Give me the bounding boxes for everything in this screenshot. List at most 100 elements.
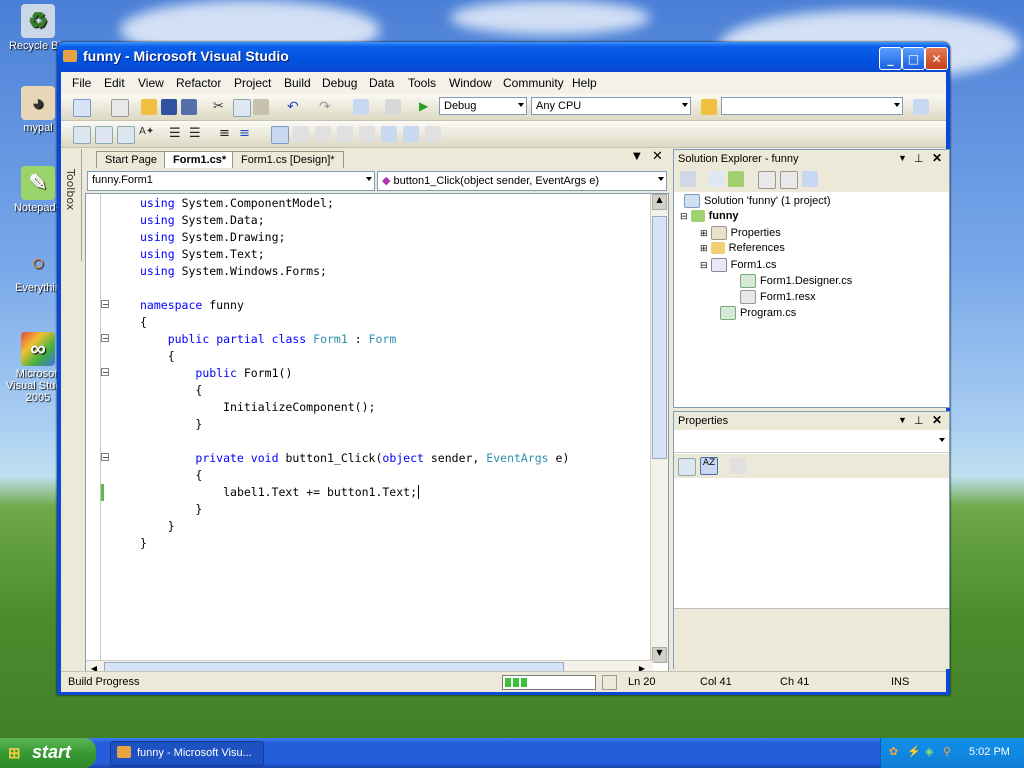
chevron-down-icon[interactable]: ▼: [633, 151, 641, 162]
expand-icon[interactable]: ⊞: [700, 243, 708, 253]
tab-form1-design[interactable]: Form1.cs [Design]*: [232, 151, 344, 168]
collapse-class-icon[interactable]: −: [101, 334, 109, 343]
decrease-indent-icon[interactable]: ☰: [169, 126, 185, 142]
show-all-files-icon[interactable]: [708, 171, 724, 187]
undo-icon[interactable]: ↶: [287, 99, 303, 115]
copy-icon[interactable]: [233, 99, 251, 117]
find-in-files-icon[interactable]: [701, 99, 717, 115]
uncomment-icon[interactable]: ≡: [239, 126, 255, 142]
tree-project-funny[interactable]: ⊟ funny: [680, 210, 739, 223]
chevron-down-icon[interactable]: ▼: [898, 153, 907, 163]
title-bar[interactable]: funny - Microsoft Visual Studio _ □ ✕: [57, 42, 950, 72]
collapse-method-icon[interactable]: −: [101, 453, 109, 462]
pin-icon[interactable]: ⊥: [914, 414, 924, 427]
menu-debug[interactable]: Debug: [322, 76, 357, 90]
increase-indent-icon[interactable]: ☰: [189, 126, 205, 142]
close-icon[interactable]: ✕: [932, 413, 942, 427]
save-all-icon[interactable]: [181, 99, 197, 115]
open-folder-icon[interactable]: [141, 99, 157, 115]
tray-security-icon[interactable]: ◈: [925, 745, 933, 758]
menu-tools[interactable]: Tools: [408, 76, 436, 90]
collapse-constructor-icon[interactable]: −: [101, 368, 109, 377]
tree-form1-resx[interactable]: Form1.resx: [740, 290, 816, 304]
menu-project[interactable]: Project: [234, 76, 271, 90]
solution-configuration-combo[interactable]: Debug: [439, 97, 527, 115]
previous-bookmark-in-folder-icon[interactable]: [337, 126, 353, 142]
types-combo[interactable]: funny.Form1: [87, 171, 375, 191]
menu-edit[interactable]: Edit: [104, 76, 125, 90]
next-bookmark-in-folder-icon[interactable]: [359, 126, 375, 142]
close-icon[interactable]: ✕: [932, 151, 942, 165]
navigate-backward-icon[interactable]: [353, 99, 369, 115]
code-editor[interactable]: using System.ComponentModel; using System…: [85, 193, 669, 679]
tray-network-icon[interactable]: ⚡: [907, 745, 921, 758]
tree-properties[interactable]: ⊞ Properties: [700, 226, 781, 240]
tray-search-icon[interactable]: ⚲: [943, 745, 951, 758]
next-bookmark-icon[interactable]: [315, 126, 331, 142]
tab-start-page[interactable]: Start Page: [96, 151, 166, 168]
scroll-down-arrow[interactable]: ▼: [652, 647, 667, 663]
properties-icon[interactable]: [680, 171, 696, 187]
view-class-diagram-icon[interactable]: [802, 171, 818, 187]
pin-icon[interactable]: ⊥: [914, 152, 924, 165]
next-bookmark-in-document-icon[interactable]: [403, 126, 419, 142]
new-project-icon[interactable]: [73, 99, 91, 117]
collapse-namespace-icon[interactable]: −: [101, 300, 109, 309]
close-button[interactable]: ✕: [925, 47, 948, 70]
minimize-button[interactable]: _: [879, 47, 902, 70]
cut-icon[interactable]: ✂: [213, 99, 229, 115]
quick-info-icon[interactable]: [117, 126, 135, 144]
menu-community[interactable]: Community: [503, 76, 564, 90]
toggle-bookmark-icon[interactable]: [271, 126, 289, 144]
clear-bookmarks-icon[interactable]: [425, 126, 441, 142]
navigate-forward-icon[interactable]: [385, 99, 401, 115]
refresh-icon[interactable]: [728, 171, 744, 187]
find-combo[interactable]: [721, 97, 903, 115]
previous-bookmark-in-document-icon[interactable]: [381, 126, 397, 142]
menu-file[interactable]: File: [72, 76, 91, 90]
view-designer-icon[interactable]: [780, 171, 798, 189]
redo-icon[interactable]: ↷: [319, 99, 335, 115]
comment-out-icon[interactable]: ≡: [219, 126, 235, 142]
vertical-scroll-thumb[interactable]: [652, 216, 667, 459]
tree-solution[interactable]: Solution 'funny' (1 project): [684, 194, 831, 208]
scroll-up-arrow[interactable]: ▲: [652, 194, 667, 210]
tree-form1-cs[interactable]: ⊟ Form1.cs: [700, 258, 776, 272]
display-parameter-info-icon[interactable]: [95, 126, 113, 144]
previous-bookmark-icon[interactable]: [293, 126, 309, 142]
add-item-icon[interactable]: [111, 99, 129, 117]
property-pages-icon[interactable]: [730, 458, 746, 474]
complete-word-icon[interactable]: A✦: [139, 126, 155, 142]
tray-app-icon[interactable]: ✿: [889, 745, 898, 758]
display-object-member-list-icon[interactable]: [73, 126, 91, 144]
taskbar-item-visual-studio[interactable]: funny - Microsoft Visu...: [110, 741, 264, 766]
vertical-scrollbar[interactable]: ▲ ▼: [650, 194, 668, 663]
menu-window[interactable]: Window: [449, 76, 492, 90]
menu-help[interactable]: Help: [572, 76, 597, 90]
alphabetical-icon[interactable]: AZ: [700, 457, 718, 475]
members-combo[interactable]: ◆ button1_Click(object sender, EventArgs…: [377, 171, 667, 191]
paste-icon[interactable]: [253, 99, 269, 115]
chevron-down-icon[interactable]: ▼: [898, 415, 907, 425]
start-button[interactable]: ⊞ start: [0, 738, 96, 768]
collapse-icon[interactable]: ⊟: [680, 211, 688, 221]
menu-refactor[interactable]: Refactor: [176, 76, 221, 90]
expand-icon[interactable]: ⊞: [700, 228, 708, 238]
menu-data[interactable]: Data: [369, 76, 394, 90]
menu-view[interactable]: View: [138, 76, 164, 90]
tree-form1-designer[interactable]: Form1.Designer.cs: [740, 274, 852, 288]
toolbox-tab[interactable]: Toolbox: [61, 149, 82, 261]
object-selector-combo[interactable]: [674, 432, 949, 453]
tab-form1-cs[interactable]: Form1.cs*: [164, 151, 236, 168]
solution-explorer-icon[interactable]: [913, 99, 929, 115]
maximize-button[interactable]: □: [902, 47, 925, 70]
categorized-icon[interactable]: [678, 458, 696, 476]
tree-program-cs[interactable]: Program.cs: [720, 306, 796, 320]
collapse-icon[interactable]: ⊟: [700, 260, 708, 270]
solution-platform-combo[interactable]: Any CPU: [531, 97, 691, 115]
menu-build[interactable]: Build: [284, 76, 311, 90]
start-debugging-icon[interactable]: ▶: [419, 99, 435, 115]
tree-references[interactable]: ⊞ References: [700, 242, 785, 255]
view-code-icon[interactable]: [758, 171, 776, 189]
save-icon[interactable]: [161, 99, 177, 115]
